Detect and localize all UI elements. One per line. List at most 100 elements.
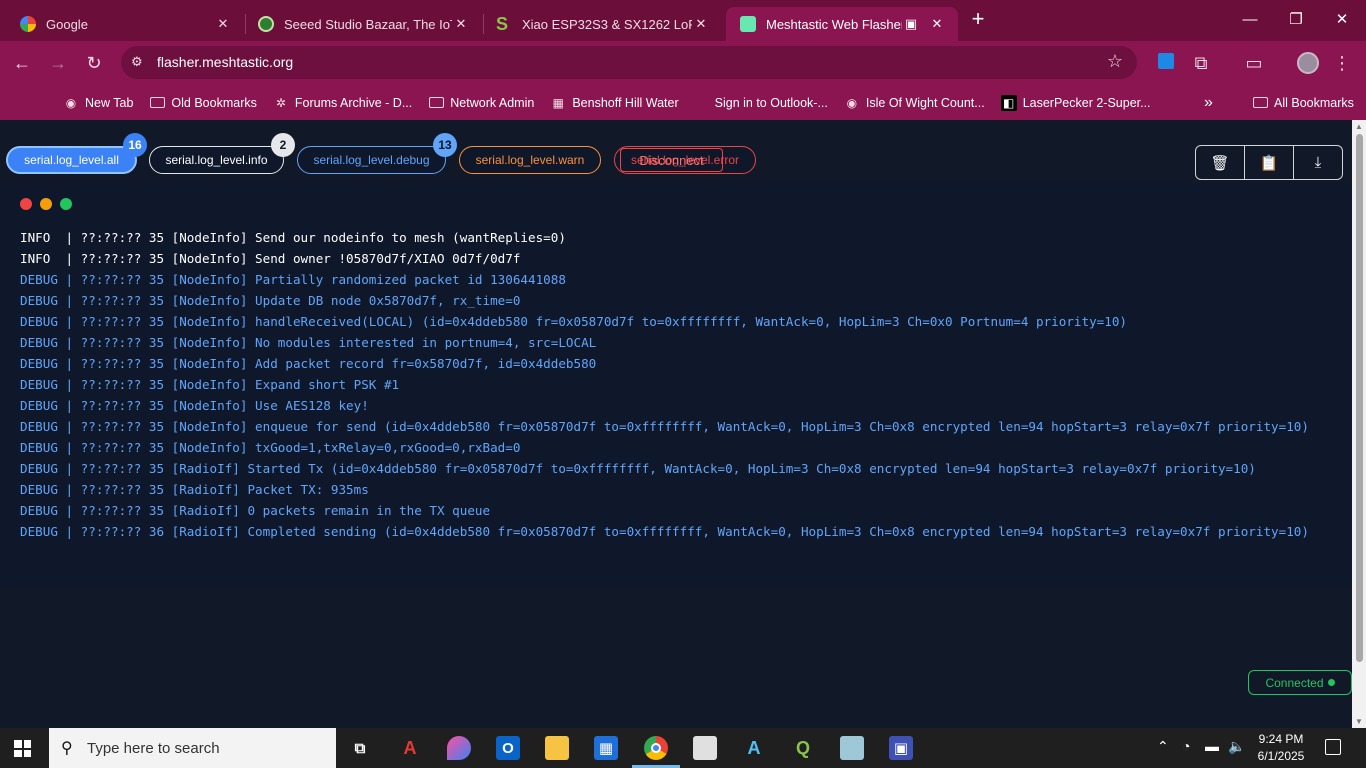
- folder-icon: [428, 95, 444, 111]
- filter-all-count-badge: 16: [123, 133, 147, 157]
- bookmark-label: Forums Archive - D...: [294, 95, 413, 110]
- scroll-down-icon[interactable]: ▼: [1355, 717, 1363, 726]
- address-bar[interactable]: ⚙ flasher.meshtastic.org ☆: [121, 46, 1137, 79]
- bookmark-forums-archive[interactable]: ✲ Forums Archive - D...: [273, 95, 412, 111]
- download-icon: ⤓: [1314, 154, 1322, 171]
- extensions-icon[interactable]: ⧉: [1187, 49, 1215, 77]
- autocad-icon[interactable]: A: [398, 736, 422, 760]
- bookmark-label: Network Admin: [450, 95, 535, 110]
- terminal-window-dots: [20, 198, 72, 210]
- log-line: DEBUG | ??:??:?? 35 [NodeInfo] Partially…: [20, 272, 566, 287]
- filter-label: serial.log_level.debug: [313, 153, 430, 167]
- outlook-icon[interactable]: O: [496, 736, 520, 760]
- forward-icon[interactable]: →: [44, 49, 72, 77]
- task-view-icon[interactable]: ⧉: [348, 736, 372, 760]
- taskbar-search-input[interactable]: ⚲ Type here to search: [49, 728, 336, 768]
- site-info-icon[interactable]: ⚙: [131, 54, 148, 71]
- scrollbar-thumb[interactable]: [1356, 134, 1363, 662]
- qgis-icon[interactable]: Q: [791, 736, 815, 760]
- tab-search-icon[interactable]: ▭: [1240, 49, 1268, 77]
- bookmark-outlook[interactable]: Sign in to Outlook-...: [695, 96, 828, 110]
- tab-strip: Google ✕ Seeed Studio Bazaar, The IoT Ha…: [0, 0, 1366, 41]
- taskbar-clock[interactable]: 9:24 PM 6/1/2025: [1252, 731, 1310, 765]
- page-scrollbar[interactable]: ▲ ▼: [1352, 120, 1366, 728]
- bookmark-isle-of-wight[interactable]: ◉ Isle Of Wight Count...: [844, 95, 985, 111]
- menu-icon[interactable]: ⋮: [1328, 49, 1356, 77]
- log-line: DEBUG | ??:??:?? 35 [NodeInfo] Add packe…: [20, 356, 597, 371]
- filter-warn-button[interactable]: serial.log_level.warn: [459, 146, 601, 174]
- meshtastic-icon: [740, 16, 756, 32]
- clock-date: 6/1/2025: [1257, 749, 1305, 763]
- log-line: DEBUG | ??:??:?? 35 [NodeInfo] enqueue f…: [20, 419, 1309, 434]
- filter-all-button[interactable]: serial.log_level.all: [6, 146, 137, 174]
- disconnect-label: Disconnect: [639, 152, 704, 168]
- close-tab-icon[interactable]: ✕: [214, 16, 232, 32]
- back-icon[interactable]: ←: [8, 49, 36, 77]
- profile-avatar[interactable]: [1297, 52, 1319, 74]
- log-line: INFO | ??:??:?? 35 [NodeInfo] Send our n…: [20, 230, 566, 245]
- reload-icon[interactable]: ↻: [80, 49, 108, 77]
- close-tab-icon[interactable]: ✕: [928, 16, 946, 32]
- notification-icon[interactable]: [1325, 739, 1341, 755]
- log-line: DEBUG | ??:??:?? 35 [RadioIf] Packet TX:…: [20, 482, 369, 497]
- tab-title: Meshtastic Web Flasher: [766, 16, 902, 32]
- chrome-icon[interactable]: [644, 736, 668, 760]
- bookmark-new-tab[interactable]: ◉ New Tab: [63, 95, 134, 111]
- bookmark-laserpecker[interactable]: ◧ LaserPecker 2-Super...: [1000, 94, 1151, 111]
- app-icon[interactable]: [840, 736, 864, 760]
- show-hidden-icons[interactable]: ⌃: [1157, 738, 1169, 755]
- close-tab-icon[interactable]: ✕: [692, 16, 710, 32]
- tab-xiao[interactable]: S Xiao ESP32S3 & SX1262 LoRaWAN ✕: [482, 7, 722, 41]
- clock-time: 9:24 PM: [1258, 732, 1304, 746]
- windows-start-icon[interactable]: [14, 740, 31, 757]
- bookmark-label: New Tab: [85, 95, 134, 110]
- close-tab-icon[interactable]: ✕: [452, 16, 470, 32]
- filter-label: serial.log_level.all: [24, 153, 119, 167]
- minimize-icon[interactable]: —: [1228, 8, 1272, 32]
- seeed-icon: [258, 16, 274, 32]
- disconnect-button[interactable]: Disconnect: [620, 148, 723, 172]
- filter-debug-button[interactable]: serial.log_level.debug: [297, 146, 446, 174]
- battery-icon[interactable]: ▬: [1205, 738, 1219, 754]
- window-close-icon[interactable]: ✕: [1320, 8, 1364, 32]
- microsoft-icon: [695, 96, 709, 110]
- azure-icon[interactable]: A: [742, 736, 766, 760]
- restore-icon[interactable]: ❐: [1274, 8, 1318, 32]
- clear-log-button[interactable]: 🗑: [1196, 146, 1245, 179]
- bookmark-label: Sign in to Outlook-...: [714, 95, 828, 110]
- volume-icon[interactable]: 🔈: [1228, 738, 1245, 755]
- bookmark-star-icon[interactable]: ☆: [1107, 51, 1123, 72]
- all-bookmarks[interactable]: All Bookmarks: [1252, 95, 1354, 111]
- windows-taskbar: ⚲ Type here to search ⧉ A O ▦ A Q ▣ ⌃ ◔ …: [0, 728, 1366, 768]
- bookmark-old-bookmarks[interactable]: Old Bookmarks: [149, 95, 257, 111]
- store-icon[interactable]: ▦: [594, 736, 618, 760]
- log-line: DEBUG | ??:??:?? 35 [RadioIf] 0 packets …: [20, 503, 491, 518]
- download-log-button[interactable]: ⤓: [1294, 146, 1342, 179]
- laserpecker-icon: ◧: [1000, 94, 1017, 111]
- notepad-icon[interactable]: [693, 736, 717, 760]
- tab-google[interactable]: Google ✕: [6, 7, 244, 41]
- tab-seeed[interactable]: Seeed Studio Bazaar, The IoT Hardware ✕: [244, 7, 482, 41]
- filter-info-button[interactable]: serial.log_level.info: [149, 146, 284, 174]
- log-line: DEBUG | ??:??:?? 35 [NodeInfo] No module…: [20, 335, 597, 350]
- bookmark-network-admin[interactable]: Network Admin: [428, 95, 534, 111]
- tab-meshtastic[interactable]: Meshtastic Web Flasher ▣ ✕: [726, 7, 958, 41]
- tab-title: Xiao ESP32S3 & SX1262 LoRaWAN: [522, 16, 692, 32]
- connection-status-badge: Connected: [1248, 670, 1352, 695]
- more-bookmarks-icon[interactable]: »: [1204, 94, 1213, 112]
- wifi-icon[interactable]: ◔: [1182, 738, 1190, 754]
- paint-icon[interactable]: [447, 736, 471, 760]
- scroll-up-icon[interactable]: ▲: [1355, 122, 1363, 131]
- bookmark-benshoff-hill[interactable]: ▦ Benshoff Hill Water: [550, 95, 679, 111]
- google-icon: [20, 16, 36, 32]
- filter-debug-count-badge: 13: [433, 133, 457, 157]
- bookmarks-bar: ◉ New Tab Old Bookmarks ✲ Forums Archive…: [0, 85, 1366, 120]
- copy-log-button[interactable]: 📋: [1245, 146, 1294, 179]
- file-explorer-icon[interactable]: [545, 736, 569, 760]
- url-text[interactable]: flasher.meshtastic.org: [157, 54, 293, 70]
- extension-app-icon[interactable]: [1152, 49, 1180, 77]
- green-dot-icon: [60, 198, 72, 210]
- new-tab-button[interactable]: +: [966, 8, 990, 32]
- serial-log-terminal[interactable]: INFO | ??:??:?? 35 [NodeInfo] Send our n…: [0, 183, 1352, 587]
- network-tool-icon[interactable]: ▣: [889, 736, 913, 760]
